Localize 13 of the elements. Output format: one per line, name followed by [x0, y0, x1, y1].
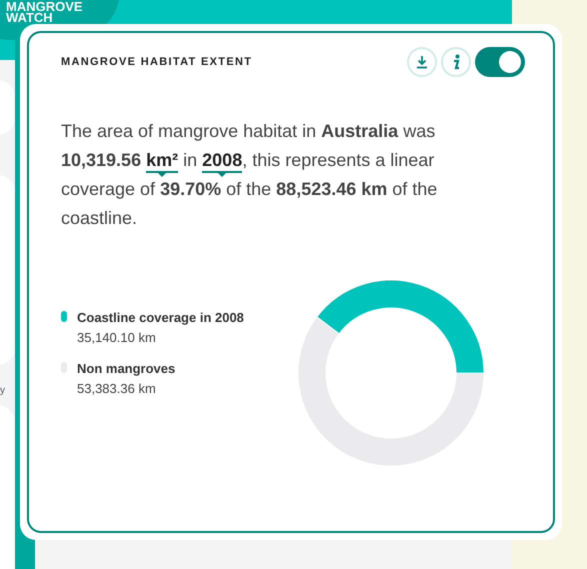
- info-button[interactable]: [441, 47, 471, 77]
- legend-label: Non mangroves: [77, 360, 176, 378]
- legend-label: Coastline coverage in 2008: [77, 309, 244, 327]
- download-icon: [415, 55, 429, 69]
- info-icon: [451, 54, 461, 70]
- sidebar-text: y: [0, 384, 5, 398]
- widget-title: MANGROVE HABITAT EXTENT: [61, 54, 252, 70]
- summary-text: The area of mangrove habitat in Australia was 10,319.56 km² in 2008, this represents a linear coverage of 39.70% of the 88,523.46 km of the coastline.: [61, 120, 438, 230]
- download-button[interactable]: [407, 47, 437, 77]
- logo-text: MANGROVE WATCH: [6, 1, 83, 23]
- toggle-switch[interactable]: [475, 47, 525, 77]
- legend-value: 35,140.10 km: [77, 328, 157, 346]
- legend-value: 53,383.36 km: [77, 380, 157, 398]
